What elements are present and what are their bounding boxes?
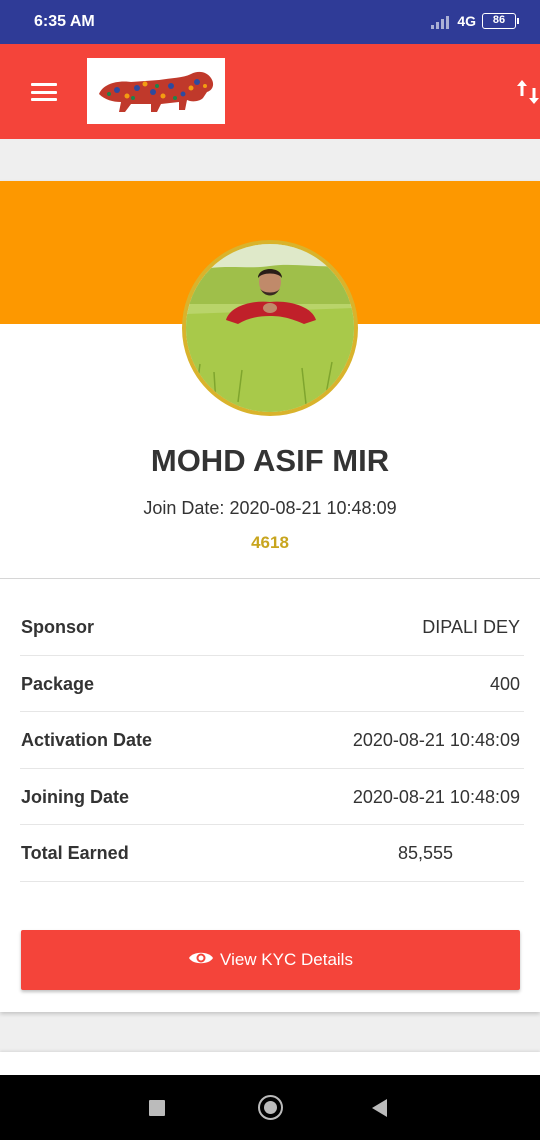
divider — [0, 578, 540, 579]
join-date-value: 2020-08-21 10:48:09 — [229, 498, 397, 518]
detail-value: DIPALI DEY — [422, 617, 520, 637]
view-kyc-details-button[interactable]: View KYC Details — [21, 930, 520, 990]
join-date-label: Join Date: — [143, 498, 225, 518]
detail-row-package: Package 400 — [20, 656, 524, 712]
detail-row-total-earned: Total Earned 85,555 — [20, 825, 524, 882]
lion-logo — [99, 71, 214, 112]
detail-row-sponsor: Sponsor DIPALI DEY — [20, 599, 524, 656]
signal-icon — [431, 13, 451, 29]
recents-icon[interactable] — [149, 1100, 165, 1116]
hamburger-menu-icon[interactable] — [31, 83, 57, 101]
detail-value: 400 — [489, 673, 520, 694]
avatar — [182, 240, 358, 416]
kyc-button-label: View KYC Details — [220, 950, 353, 969]
up-down-arrows-icon[interactable] — [516, 78, 540, 106]
join-date-line: Join Date: 2020-08-21 10:48:09 — [0, 498, 540, 519]
battery-icon: 86 — [482, 13, 519, 29]
home-icon[interactable] — [258, 1095, 283, 1120]
member-id: 4618 — [251, 533, 289, 552]
detail-label: Sponsor — [21, 617, 95, 637]
status-time: 6:35 AM — [34, 13, 95, 30]
detail-label: Total Earned — [21, 843, 129, 863]
detail-label: Package — [21, 673, 95, 694]
detail-row-activation-date: Activation Date 2020-08-21 10:48:09 — [20, 712, 524, 769]
profile-card: MOHD ASIF MIR Join Date: 2020-08-21 10:4… — [0, 181, 540, 1012]
detail-value: 85,555 — [397, 843, 453, 863]
network-type: 4G — [457, 13, 476, 29]
details-table: Sponsor DIPALI DEY Package 400 Activatio… — [20, 599, 524, 882]
back-icon[interactable] — [372, 1099, 387, 1117]
detail-label: Joining Date — [21, 786, 130, 807]
status-indicators: 4G 86 — [431, 13, 519, 29]
profile-photo — [186, 244, 354, 412]
detail-value: 2020-08-21 10:48:09 — [352, 730, 520, 750]
app-logo — [87, 58, 225, 124]
detail-label: Activation Date — [21, 730, 153, 750]
system-nav-bar — [0, 1075, 540, 1140]
eye-icon — [189, 952, 214, 964]
status-bar: 6:35 AM 4G 86 — [0, 0, 540, 44]
detail-row-joining-date: Joining Date 2020-08-21 10:48:09 — [20, 769, 524, 825]
app-bar — [0, 44, 540, 139]
detail-value: 2020-08-21 10:48:09 — [352, 786, 520, 807]
member-name: MOHD ASIF MIR — [150, 443, 390, 478]
